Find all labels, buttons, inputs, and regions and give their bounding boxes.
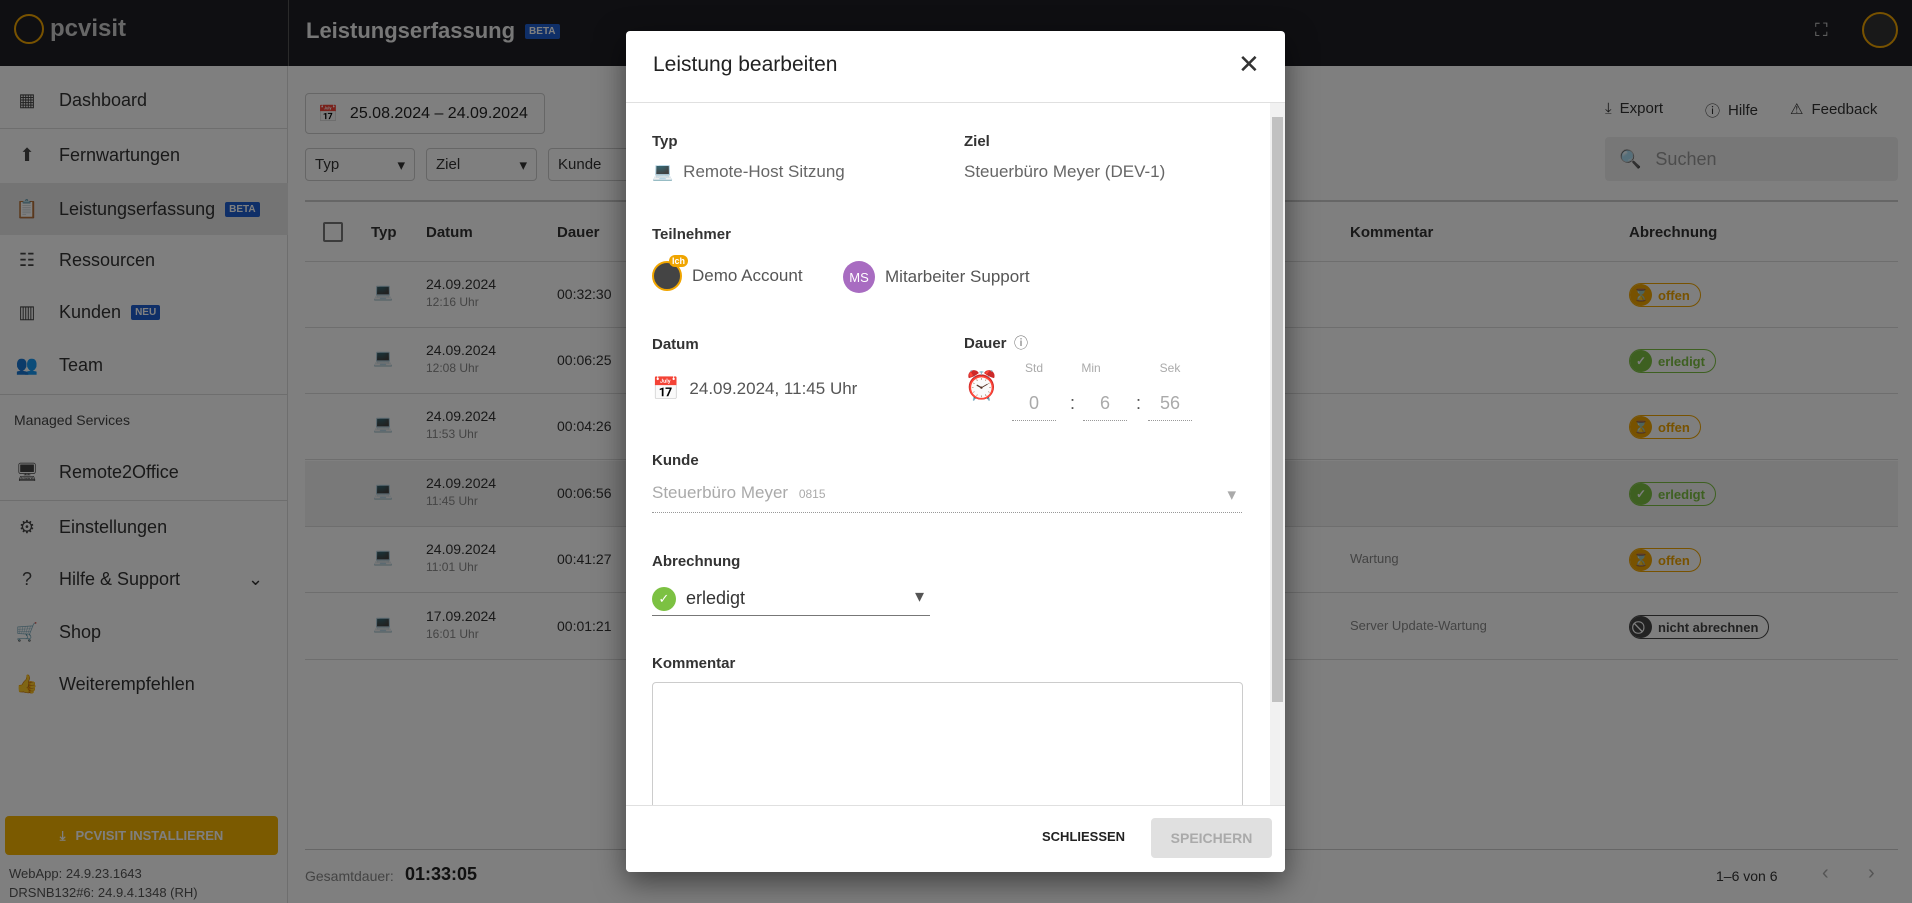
dialog-title: Leistung bearbeiten	[653, 53, 838, 76]
close-icon[interactable]: ✕	[1238, 49, 1260, 80]
minutes-input[interactable]: 6	[1083, 393, 1127, 421]
remote-host-icon: 💻	[652, 162, 674, 181]
edit-dialog: Leistung bearbeiten ✕ Typ 💻 Remote-Host S…	[626, 31, 1285, 872]
alarm-clock-icon: ⏰	[964, 370, 999, 401]
teilnehmer-label: Teilnehmer	[652, 226, 731, 243]
avatar: Ich	[652, 255, 689, 291]
typ-label: Typ	[652, 133, 678, 150]
save-button[interactable]: SPEICHERN	[1151, 818, 1272, 858]
typ-value: Remote-Host Sitzung	[683, 162, 845, 181]
kommentar-label: Kommentar	[652, 655, 736, 672]
hours-input[interactable]: 0	[1012, 393, 1056, 421]
dauer-label: Dauer	[964, 335, 1007, 352]
scrollbar[interactable]	[1270, 103, 1285, 836]
ziel-value: Steuerbüro Meyer (DEV-1)	[964, 162, 1166, 181]
seconds-input[interactable]: 56	[1148, 393, 1192, 421]
date-picker[interactable]: 📅 24.09.2024, 11:45 Uhr	[652, 376, 857, 402]
participant-demo-account: Ich Demo Account	[652, 255, 803, 291]
participant-mitarbeiter-support: MS Mitarbeiter Support	[843, 261, 1030, 293]
avatar: MS	[843, 261, 875, 293]
dropdown-arrow-icon: ▾	[914, 586, 924, 606]
abrechnung-label: Abrechnung	[652, 553, 741, 570]
ziel-label: Ziel	[964, 133, 990, 150]
close-button[interactable]: SCHLIESSEN	[1042, 829, 1125, 844]
dropdown-arrow-icon: ▾	[1227, 485, 1236, 504]
info-icon[interactable]: ⓘ	[1014, 333, 1028, 353]
kunde-label: Kunde	[652, 452, 699, 469]
abrechnung-select[interactable]: ✓ erledigt ▾	[652, 582, 930, 616]
datum-label: Datum	[652, 336, 699, 353]
calendar-icon: 📅	[652, 376, 680, 401]
kunde-select[interactable]: Steuerbüro Meyer 0815 ▾	[652, 483, 1242, 513]
check-icon: ✓	[652, 586, 676, 611]
